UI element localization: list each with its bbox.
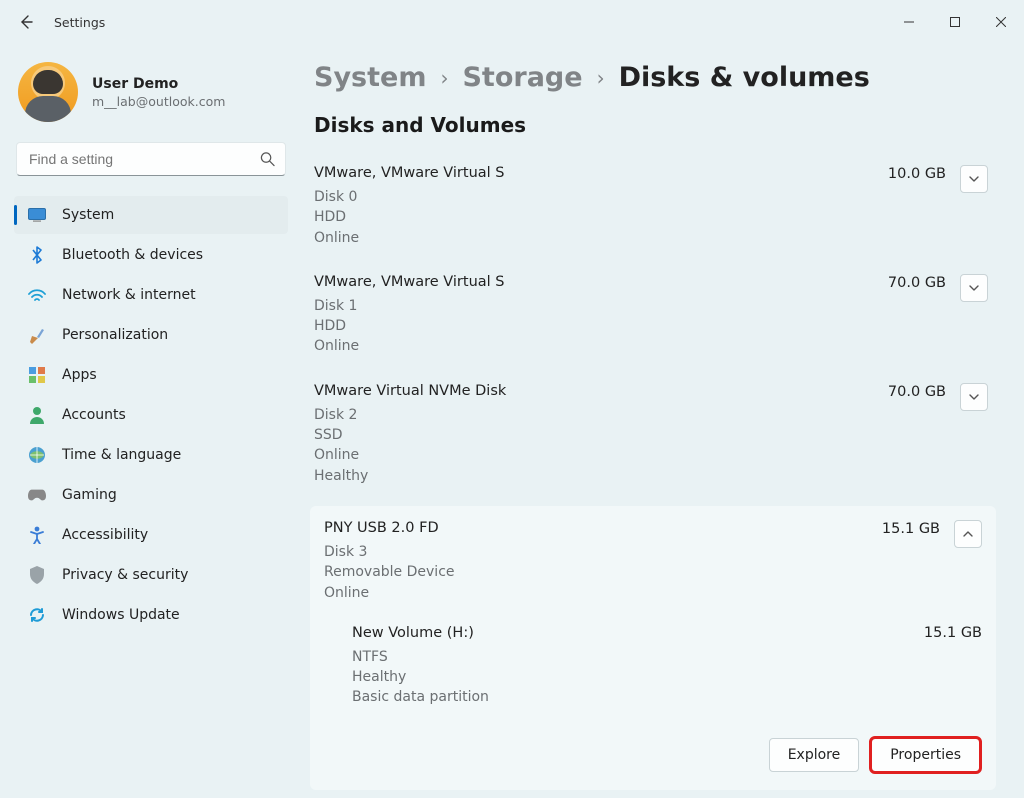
disk-bus: Removable Device: [324, 562, 882, 582]
chevron-down-icon: [968, 282, 980, 294]
chevron-right-icon: ›: [597, 66, 605, 90]
sidebar-item-network[interactable]: Network & internet: [14, 276, 288, 314]
accessibility-icon: [28, 526, 46, 544]
disk-status: Online: [324, 583, 882, 603]
chevron-up-icon: [962, 528, 974, 540]
disk-item: VMware, VMware Virtual S Disk 1 HDD Onli…: [310, 264, 996, 373]
disk-size: 70.0 GB: [888, 384, 946, 400]
bluetooth-icon: [28, 246, 46, 264]
disk-label: Disk 0: [314, 187, 888, 207]
volume-item: New Volume (H:) NTFS Healthy Basic data …: [352, 625, 982, 708]
main-content: System › Storage › Disks & volumes Disks…: [300, 44, 1024, 798]
disk-bus: SSD: [314, 425, 888, 445]
disk-name: VMware Virtual NVMe Disk: [314, 383, 888, 399]
volume-size: 15.1 GB: [924, 625, 982, 641]
disk-status: Online: [314, 228, 888, 248]
disk-name: PNY USB 2.0 FD: [324, 520, 882, 536]
sidebar-item-accounts[interactable]: Accounts: [14, 396, 288, 434]
disk-item: VMware Virtual NVMe Disk Disk 2 SSD Onli…: [310, 373, 996, 502]
sidebar-item-time[interactable]: Time & language: [14, 436, 288, 474]
volume-fs: NTFS: [352, 647, 924, 667]
nav: System Bluetooth & devices Network & int…: [14, 196, 288, 634]
disk-size: 10.0 GB: [888, 166, 946, 182]
disk-name: VMware, VMware Virtual S: [314, 274, 888, 290]
sidebar-item-system[interactable]: System: [14, 196, 288, 234]
disk-status: Online: [314, 445, 888, 465]
sidebar-item-label: System: [62, 207, 114, 223]
chevron-down-icon: [968, 391, 980, 403]
sidebar-item-accessibility[interactable]: Accessibility: [14, 516, 288, 554]
sidebar-item-label: Time & language: [62, 447, 181, 463]
explore-button[interactable]: Explore: [769, 738, 860, 772]
sidebar-item-label: Accessibility: [62, 527, 148, 543]
sidebar-item-bluetooth[interactable]: Bluetooth & devices: [14, 236, 288, 274]
disk-status: Online: [314, 336, 888, 356]
volume-actions: Explore Properties: [324, 738, 982, 772]
system-icon: [28, 206, 46, 224]
window-controls: [886, 6, 1024, 38]
sidebar-item-update[interactable]: Windows Update: [14, 596, 288, 634]
sidebar-item-label: Apps: [62, 367, 97, 383]
chevron-down-icon: [968, 173, 980, 185]
minimize-button[interactable]: [886, 6, 932, 38]
titlebar: Settings: [0, 0, 1024, 44]
update-icon: [28, 606, 46, 624]
maximize-button[interactable]: [932, 6, 978, 38]
disk-label: Disk 2: [314, 405, 888, 425]
sidebar-item-privacy[interactable]: Privacy & security: [14, 556, 288, 594]
sidebar-item-label: Gaming: [62, 487, 117, 503]
properties-button[interactable]: Properties: [871, 738, 980, 772]
personalization-icon: [28, 326, 46, 344]
expand-button[interactable]: [960, 165, 988, 193]
back-button[interactable]: [18, 14, 34, 30]
disk-name: VMware, VMware Virtual S: [314, 165, 888, 181]
profile-name: User Demo: [92, 76, 225, 92]
disk-bus: HDD: [314, 207, 888, 227]
disk-label: Disk 3: [324, 542, 882, 562]
sidebar-item-apps[interactable]: Apps: [14, 356, 288, 394]
network-icon: [28, 286, 46, 304]
disk-item-expanded: PNY USB 2.0 FD Disk 3 Removable Device O…: [310, 506, 996, 790]
apps-icon: [28, 366, 46, 384]
gaming-icon: [28, 486, 46, 504]
sidebar-item-label: Bluetooth & devices: [62, 247, 203, 263]
profile[interactable]: User Demo m__lab@outlook.com: [18, 62, 288, 122]
disk-size: 15.1 GB: [882, 521, 940, 537]
search-input[interactable]: [17, 151, 285, 167]
search-icon: [260, 152, 275, 167]
sidebar-item-gaming[interactable]: Gaming: [14, 476, 288, 514]
collapse-button[interactable]: [954, 520, 982, 548]
chevron-right-icon: ›: [440, 66, 448, 90]
section-title: Disks and Volumes: [314, 113, 996, 137]
disk-item: VMware, VMware Virtual S Disk 0 HDD Onli…: [310, 155, 996, 264]
breadcrumb-system[interactable]: System: [314, 62, 426, 93]
sidebar-item-label: Network & internet: [62, 287, 196, 303]
time-icon: [28, 446, 46, 464]
sidebar: User Demo m__lab@outlook.com System Blue…: [0, 44, 300, 798]
volume-health: Healthy: [352, 667, 924, 687]
sidebar-item-label: Personalization: [62, 327, 168, 343]
avatar: [18, 62, 78, 122]
breadcrumb-storage[interactable]: Storage: [462, 62, 582, 93]
expand-button[interactable]: [960, 383, 988, 411]
volume-type: Basic data partition: [352, 687, 924, 707]
profile-email: m__lab@outlook.com: [92, 94, 225, 109]
disk-health: Healthy: [314, 466, 888, 486]
sidebar-item-personalization[interactable]: Personalization: [14, 316, 288, 354]
sidebar-item-label: Accounts: [62, 407, 126, 423]
volume-name: New Volume (H:): [352, 625, 924, 641]
sidebar-item-label: Windows Update: [62, 607, 180, 623]
expand-button[interactable]: [960, 274, 988, 302]
sidebar-item-label: Privacy & security: [62, 567, 188, 583]
disk-label: Disk 1: [314, 296, 888, 316]
disk-size: 70.0 GB: [888, 275, 946, 291]
disk-bus: HDD: [314, 316, 888, 336]
search-box[interactable]: [16, 142, 286, 176]
breadcrumb-current: Disks & volumes: [619, 62, 870, 93]
accounts-icon: [28, 406, 46, 424]
breadcrumb: System › Storage › Disks & volumes: [310, 62, 996, 93]
close-button[interactable]: [978, 6, 1024, 38]
app-title: Settings: [54, 15, 105, 30]
privacy-icon: [28, 566, 46, 584]
